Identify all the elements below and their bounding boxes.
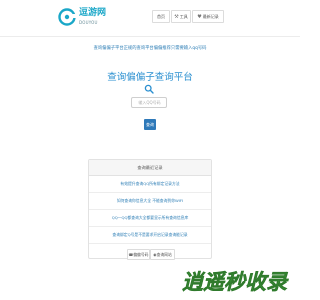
record-link[interactable]: QQ一QQ都查询大全都要显示所有查询信息库 <box>89 210 211 227</box>
search-icon <box>144 84 154 94</box>
wrench-icon: ⚒ <box>174 14 179 20</box>
logo-name: 逗游网 <box>79 8 107 18</box>
recent-records-panel: 查询最近记录 有效提升查询QQ所有绑定记录方法 如何查询你信息大全 不能查询到你… <box>88 159 212 259</box>
query-button[interactable]: 查询 <box>144 119 156 130</box>
watermark-text: 逍遥秒收录 <box>182 270 289 294</box>
page-title: 查询偏偏子查询平台 <box>107 72 193 83</box>
nav-home-button[interactable]: 首页 <box>152 10 170 23</box>
tag-phone-label: 偏偏号码 <box>133 252 149 257</box>
logo-tagline: DOUYOU <box>79 20 98 25</box>
nav-recent-label: 最新记录 <box>202 14 219 19</box>
nav-recent-button[interactable]: ♥最新记录 <box>192 10 224 23</box>
tag-phone-button[interactable]: ☎偏偏号码 <box>127 249 150 260</box>
footer-tags: ☎偏偏号码 ◉查询网站 <box>127 249 177 260</box>
qq-search-input[interactable] <box>131 97 167 108</box>
watermark-logo: 逍遥秒收录 <box>182 270 289 295</box>
tag-site-button[interactable]: ◉查询网站 <box>150 249 175 260</box>
notice-text: 查询偏偏子平台正规的查询平台偏偏推荐只需要输入qq号码 <box>93 46 207 51</box>
nav-home-label: 首页 <box>157 14 165 19</box>
panel-header: 查询最近记录 <box>89 160 211 176</box>
nav-tools-button[interactable]: ⚒工具 <box>171 10 191 23</box>
record-link[interactable]: 如何查询你信息大全 不能查询到你WIFI <box>89 193 211 210</box>
tag-site-label: 查询网站 <box>156 252 172 257</box>
record-link[interactable]: 有效提升查询QQ所有绑定记录方法 <box>89 176 211 193</box>
site-logo[interactable]: 逗游网 DOUYOU <box>58 6 118 32</box>
nav-tools-label: 工具 <box>179 14 188 19</box>
header-divider <box>0 36 300 37</box>
heart-icon: ♥ <box>197 14 202 20</box>
logo-mark-icon <box>58 8 76 26</box>
record-link[interactable]: 查询绑定Q号是不是要求开启记录查询能记录 <box>89 227 211 244</box>
